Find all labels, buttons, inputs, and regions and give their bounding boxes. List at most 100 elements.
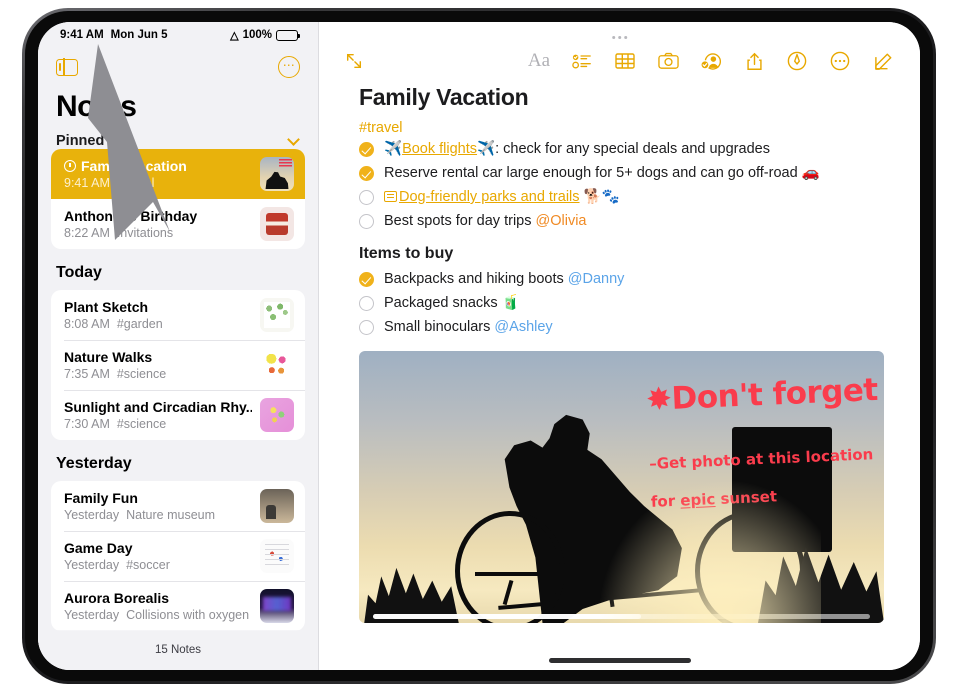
markup-pen-icon[interactable]: [782, 47, 812, 75]
mention[interactable]: @Ashley: [494, 319, 552, 335]
note-item-title: Sunlight and Circadian Rhy...: [64, 399, 252, 415]
note-item-text: Aurora Borealis Yesterday Collisions with…: [64, 590, 252, 622]
checklist-label: Best spots for day trips: [384, 213, 532, 229]
expand-arrows-icon[interactable]: [339, 47, 369, 75]
share-icon[interactable]: [739, 47, 769, 75]
pinned-section-header[interactable]: Pinned: [56, 132, 300, 149]
more-circle-icon[interactable]: [825, 47, 855, 75]
checkbox[interactable]: [359, 296, 374, 311]
note-list-item[interactable]: Aurora Borealis Yesterday Collisions with…: [51, 581, 305, 631]
page-title: Notes: [56, 90, 137, 123]
mention[interactable]: @Olivia: [536, 213, 587, 229]
checkbox[interactable]: [359, 190, 374, 205]
checklist-row[interactable]: Best spots for day trips @Olivia: [359, 212, 884, 231]
note-item-subtitle: 8:08 AM #garden: [64, 317, 252, 331]
camera-icon[interactable]: [653, 47, 683, 75]
checklist-travel[interactable]: ✈️Book flights✈️: check for any special …: [359, 140, 884, 231]
note-item-subtitle: Yesterday #soccer: [64, 558, 252, 572]
note-item-title: Anthonio's Birthday: [64, 208, 198, 224]
note-item-subtitle: 7:30 AM #science: [64, 417, 252, 431]
note-item-title: Nature Walks: [64, 349, 153, 365]
checklist-text: Best spots for day trips @Olivia: [384, 212, 587, 231]
handwriting-line-2: for epic sunset: [650, 483, 875, 512]
note-item-thumbnail: [260, 298, 294, 332]
sidebar-toggle-icon[interactable]: [56, 57, 78, 77]
note-content[interactable]: Family Vacation #travel ✈️Book flights✈️…: [319, 78, 920, 670]
note-tag[interactable]: #travel: [359, 120, 884, 136]
note-item-text: Family Fun Yesterday Nature museum: [64, 490, 252, 522]
ipad-screen: 9:41 AM Mon Jun 5 △ 100% ⋯ Notes Pinned: [38, 22, 920, 670]
table-icon[interactable]: [610, 47, 640, 75]
note-item-text: Nature Walks 7:35 AM #science: [64, 349, 252, 381]
note-item-thumbnail: [260, 589, 294, 623]
device-bezel: 9:41 AM Mon Jun 5 △ 100% ⋯ Notes Pinned: [25, 11, 933, 681]
note-item-text: Game Day Yesterday #soccer: [64, 540, 252, 572]
checklist-text: Dog-friendly parks and trails 🐕🐾: [384, 188, 620, 207]
mention[interactable]: @Danny: [568, 271, 625, 287]
handwriting-body: –Get photo at this location for epic sun…: [648, 426, 876, 531]
emoji: ✈️: [477, 141, 496, 157]
note-item-title-row: Plant Sketch: [64, 299, 252, 315]
checklist-row[interactable]: Backpacks and hiking boots @Danny: [359, 270, 884, 289]
photo-scrollbar[interactable]: [373, 614, 870, 619]
emoji: ✈️: [384, 141, 403, 157]
note-item-time: Yesterday: [64, 608, 120, 622]
note-item-title-row: Game Day: [64, 540, 252, 556]
notes-count-footer: 15 Notes: [38, 630, 318, 670]
note-item-time: Yesterday: [64, 558, 120, 572]
note-item-title-row: Anthonio's Birthday: [64, 208, 252, 224]
note-list-item[interactable]: Game Day Yesterday #soccer: [51, 531, 305, 581]
checklist-row[interactable]: ✈️Book flights✈️: check for any special …: [359, 140, 884, 159]
note-list-item[interactable]: Sunlight and Circadian Rhy... 7:30 AM #sc…: [51, 390, 305, 440]
note-title: Family Vacation: [359, 84, 529, 110]
checklist-row[interactable]: Reserve rental car large enough for 5+ d…: [359, 164, 884, 183]
note-list-item[interactable]: Family Fun Yesterday Nature museum: [51, 481, 305, 531]
note-item-time: 8:22 AM: [64, 226, 110, 240]
compose-icon[interactable]: [868, 47, 898, 75]
drag-handle-ellipsis-icon[interactable]: [611, 36, 628, 40]
checkbox[interactable]: [359, 214, 374, 229]
checklist-label: Reserve rental car large enough for 5+ d…: [384, 165, 798, 181]
notes-list[interactable]: Family Vacation 9:41 AM #travel Anthonio's…: [38, 149, 318, 670]
home-indicator: [548, 658, 691, 663]
checkbox[interactable]: [359, 272, 374, 287]
checklist-row[interactable]: Packaged snacks 🧃: [359, 294, 884, 313]
handwriting-line2-pre: for: [650, 491, 681, 511]
checkbox[interactable]: [359, 142, 374, 157]
format-text-button[interactable]: Aa: [524, 47, 554, 75]
note-toolbar: Aa: [319, 22, 920, 78]
note-item-time: Yesterday: [64, 508, 120, 522]
emoji: 🧃: [501, 295, 520, 311]
checkbox[interactable]: [359, 320, 374, 335]
note-item-preview: #travel: [116, 176, 155, 190]
note-item-subtitle: 7:35 AM #science: [64, 367, 252, 381]
checkbox[interactable]: [359, 166, 374, 181]
note-list-item[interactable]: Nature Walks 7:35 AM #science: [51, 340, 305, 390]
note-list-item[interactable]: Plant Sketch 8:08 AM #garden: [51, 290, 305, 340]
note-link-icon: [384, 191, 397, 202]
pinned-icon: [64, 160, 76, 172]
note-item-thumbnail: [260, 348, 294, 382]
more-circle-icon[interactable]: ⋯: [278, 56, 300, 78]
notes-count-label: 15 Notes: [154, 644, 202, 656]
add-person-icon[interactable]: [696, 47, 726, 75]
checklist-link[interactable]: Book flights: [402, 141, 477, 157]
checklist-link[interactable]: Dog-friendly parks and trails: [399, 189, 580, 205]
sidebar-header: ⋯ Notes Pinned: [38, 22, 318, 149]
note-item-title-row: Nature Walks: [64, 349, 252, 365]
checklist-row[interactable]: Small binoculars @Ashley: [359, 318, 884, 337]
note-item-thumbnail: [260, 207, 294, 241]
note-item-subtitle: 8:22 AM Invitations: [64, 226, 252, 240]
checklist-row[interactable]: Dog-friendly parks and trails 🐕🐾: [359, 188, 884, 207]
note-list-item[interactable]: Anthonio's Birthday 8:22 AM Invitations: [51, 199, 305, 249]
note-photo-attachment[interactable]: ✸Don't forget –Get photo at this locatio…: [359, 351, 884, 623]
checklist-items-to-buy[interactable]: Backpacks and hiking boots @Danny Package…: [359, 270, 884, 337]
chevron-down-icon[interactable]: [287, 132, 300, 146]
bicycle-silhouette: [427, 510, 821, 623]
note-item-preview: Collisions with oxygen: [126, 608, 250, 622]
note-list-item[interactable]: Family Vacation 9:41 AM #travel: [51, 149, 305, 199]
emoji: 🚗: [801, 165, 820, 181]
note-item-title-row: Family Fun: [64, 490, 252, 506]
handwriting-line2-post: sunset: [714, 487, 778, 509]
checklist-icon[interactable]: [567, 47, 597, 75]
